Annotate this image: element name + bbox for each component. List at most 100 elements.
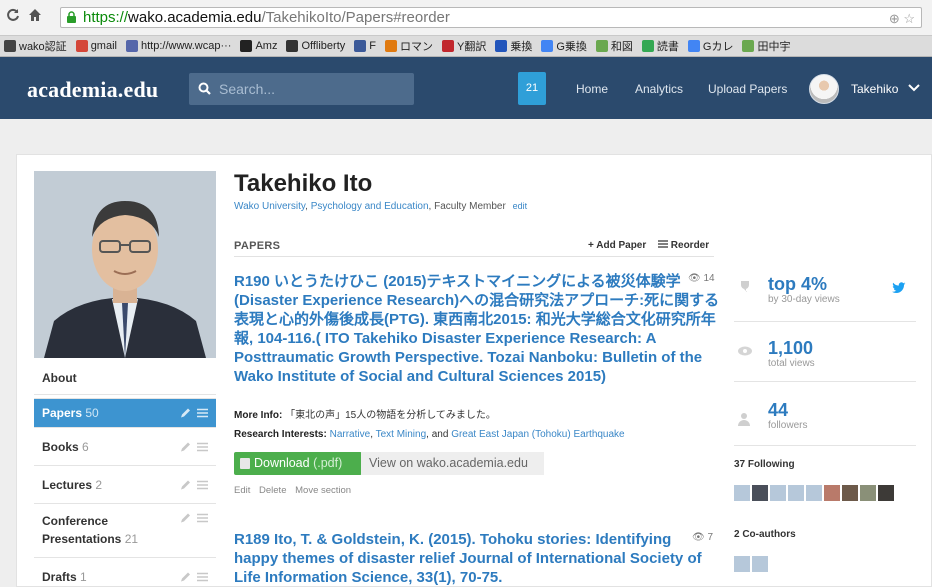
reorder-label: Reorder <box>670 240 710 251</box>
drag-handle-icon[interactable] <box>197 408 208 418</box>
bookmark-label: wako認証 <box>19 41 67 53</box>
nav-analytics[interactable]: Analytics <box>635 82 683 96</box>
bookmark-item[interactable]: Y翻訳 <box>442 38 486 54</box>
home-icon[interactable] <box>28 8 42 26</box>
bookmark-item[interactable]: G乗換 <box>541 38 587 54</box>
edit-affiliation-link[interactable]: edit <box>513 201 528 211</box>
pencil-icon[interactable] <box>180 513 191 524</box>
reorder-button[interactable]: Reorder <box>658 240 709 251</box>
coauthor-avatars <box>734 556 768 572</box>
university-link[interactable]: Wako University <box>234 201 305 212</box>
reload-icon[interactable] <box>6 8 20 26</box>
sidebar-item-papers[interactable]: Papers 50 <box>34 398 216 427</box>
pencil-icon[interactable] <box>180 571 191 582</box>
avatar[interactable] <box>842 485 858 501</box>
chevron-down-icon[interactable] <box>907 81 921 95</box>
bookmark-item[interactable]: http://www.wcap··· <box>125 40 232 52</box>
bookmark-item[interactable]: ロマン <box>385 38 433 54</box>
view-on-site-button[interactable]: View on wako.academia.edu <box>361 452 544 475</box>
sidebar-item-count: 1 <box>80 570 87 584</box>
coauthors-heading[interactable]: 2 Co-authors <box>734 529 796 540</box>
user-name[interactable]: Takehiko <box>851 82 898 96</box>
avatar[interactable] <box>878 485 894 501</box>
bookmark-item[interactable]: 乗換 <box>495 38 532 54</box>
bookmark-label: gmail <box>90 40 117 52</box>
bookmark-label: http://www.wcap··· <box>140 40 232 52</box>
bookmark-favicon-icon <box>442 40 454 52</box>
url-field[interactable]: https://wako.academia.edu/TakehikoIto/Pa… <box>60 7 922 28</box>
paper-title-link[interactable]: R190 いとうたけひこ (2015)テキストマイニングによる被災体験学 (Di… <box>234 272 724 386</box>
drag-handle-icon[interactable] <box>197 513 208 523</box>
bookmarks-bar: wako認証 gmail http://www.wcap··· Amz Offliber… <box>0 36 932 57</box>
sidebar-item-label: Drafts <box>42 570 77 584</box>
add-paper-button[interactable]: + Add Paper <box>588 240 646 251</box>
sidebar-item-about[interactable]: About <box>34 362 216 394</box>
bookmark-favicon-icon <box>541 40 554 52</box>
sidebar-item-label: Books <box>42 440 79 454</box>
user-avatar[interactable] <box>809 74 839 104</box>
drag-handle-icon[interactable] <box>197 442 208 451</box>
bookmark-item[interactable]: wako認証 <box>4 38 67 54</box>
avatar[interactable] <box>734 556 750 572</box>
delete-paper-link[interactable]: Delete <box>259 485 286 496</box>
sidebar-item-books[interactable]: Books 6 <box>34 427 216 465</box>
sidebar-item-drafts[interactable]: Drafts 1 <box>34 557 216 587</box>
bookmark-item[interactable]: 和図 <box>595 38 633 54</box>
sidebar-item-tools <box>180 571 208 582</box>
avatar[interactable] <box>752 485 768 501</box>
interest-link[interactable]: Great East Japan (Tohoku) Earthquake <box>451 429 624 440</box>
avatar[interactable] <box>806 485 822 501</box>
following-avatars <box>734 485 894 501</box>
avatar[interactable] <box>752 556 768 572</box>
avatar[interactable] <box>824 485 840 501</box>
profile-name: Takehiko Ito <box>234 170 373 197</box>
search-input[interactable]: Search... <box>189 73 414 105</box>
following-heading[interactable]: 37 Following <box>734 459 795 470</box>
bookmark-item[interactable]: Amz <box>240 40 277 52</box>
download-button[interactable]: Download (.pdf) <box>234 452 362 475</box>
zoom-star-icons[interactable]: ⊕ ☆ <box>889 9 915 28</box>
paper-more-info: More Info: 「東北の声」15人の物語を分析してみました。 <box>234 406 496 421</box>
pencil-icon[interactable] <box>180 441 191 452</box>
interest-link[interactable]: Narrative <box>330 429 371 440</box>
avatar[interactable] <box>770 485 786 501</box>
pencil-icon[interactable] <box>180 479 191 490</box>
bookmark-item[interactable]: Offliberty <box>286 40 345 52</box>
nav-upload-papers[interactable]: Upload Papers <box>708 82 787 96</box>
person-icon <box>738 413 750 426</box>
bookmark-item[interactable]: 読書 <box>641 38 679 54</box>
move-section-link[interactable]: Move section <box>295 485 351 496</box>
bookmark-item[interactable]: F <box>354 40 376 52</box>
nav-home[interactable]: Home <box>576 82 608 96</box>
stat-views-label: total views <box>768 358 815 369</box>
avatar[interactable] <box>860 485 876 501</box>
sidebar-item-conference-presentations[interactable]: Conference Presentations 21 <box>34 503 216 557</box>
interest-link[interactable]: Text Mining <box>376 429 427 440</box>
sidebar-item-lectures[interactable]: Lectures 2 <box>34 465 216 503</box>
bookmark-item[interactable]: gmail <box>75 40 117 52</box>
bookmark-item[interactable]: 田中宇 <box>742 38 790 54</box>
drag-handle-icon[interactable] <box>197 480 208 489</box>
pencil-icon[interactable] <box>180 408 191 419</box>
notifications-badge[interactable]: 21 <box>518 72 546 105</box>
paper-views: 👁 14 <box>688 273 715 284</box>
avatar[interactable] <box>788 485 804 501</box>
academia-logo[interactable]: academia.edu <box>27 77 158 103</box>
bookmark-item[interactable]: Gカレ <box>687 38 733 54</box>
avatar[interactable] <box>734 485 750 501</box>
twitter-icon[interactable] <box>892 282 906 294</box>
stat-followers[interactable]: 44 followers <box>734 381 916 445</box>
papers-heading: PAPERS <box>234 240 281 252</box>
sidebar-item-count: 21 <box>124 532 139 546</box>
sidebar-item-tools <box>180 408 208 419</box>
sidebar-item-tools <box>180 513 208 524</box>
paper-title-link[interactable]: R189 Ito, T. & Goldstein, K. (2015). Toh… <box>234 530 724 587</box>
drag-handle-icon[interactable] <box>197 572 208 581</box>
edit-paper-link[interactable]: Edit <box>234 485 250 496</box>
paper-title-line: (Disaster Experience Research)への混合研究法アプロ… <box>234 292 720 309</box>
stat-rank-label: by 30-day views <box>768 294 840 305</box>
stat-followers-label: followers <box>768 420 808 431</box>
sidebar-item-label-line2: Presentations <box>42 532 122 546</box>
department-link[interactable]: Psychology and Education <box>311 201 429 212</box>
bookmark-label: ロマン <box>400 41 433 53</box>
